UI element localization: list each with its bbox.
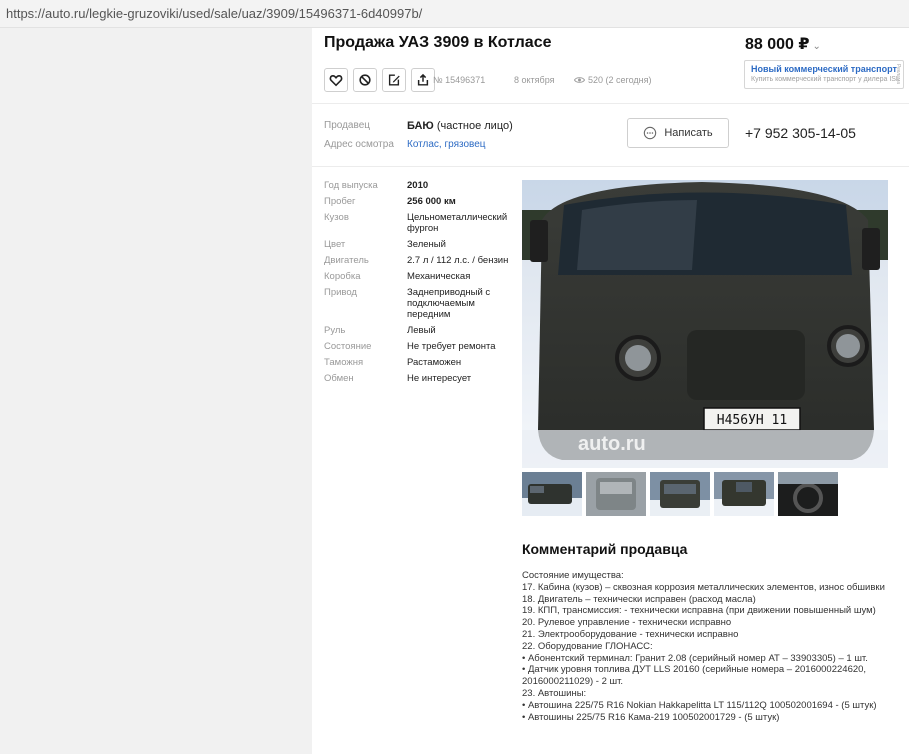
spec-label: Пробег (324, 196, 356, 207)
price-value: 88 000 ₽ (745, 36, 810, 53)
comment-line: • Датчик уровня топлива ДУТ LLS 20160 (с… (522, 664, 867, 676)
comment-line: 21. Электрооборудование - технически исп… (522, 628, 739, 640)
spec-label: Двигатель (324, 255, 369, 266)
seller-type: (частное лицо) (433, 120, 513, 132)
seller-name: БАЮ (частное лицо) (407, 120, 513, 132)
watermark: auto.ru (578, 433, 646, 455)
thumbnail[interactable] (522, 472, 582, 516)
spec-label: Год выпуска (324, 180, 378, 191)
price[interactable]: 88 000 ₽ ⌄ (745, 34, 821, 54)
spec-label: Кузов (324, 212, 349, 223)
views-count: 520 (2 сегодня) (574, 75, 652, 85)
thumbnail[interactable] (778, 472, 838, 516)
spec-value: 256 000 км (407, 196, 456, 207)
spec-table: Год выпуска 2010 Пробег 256 000 км Кузов… (324, 180, 514, 389)
seller-name-value: БАЮ (407, 120, 434, 132)
inspection-address-link[interactable]: Котлас, грязовец (407, 139, 486, 150)
comment-line: • Абонентский терминал: Гранит 2.08 (сер… (522, 652, 868, 664)
spec-row-mileage: Пробег 256 000 км (324, 196, 514, 207)
comment-line: 18. Двигатель – технически исправен (рас… (522, 593, 756, 605)
write-message-button[interactable]: Написать (627, 118, 729, 148)
thumbnail[interactable] (586, 472, 646, 516)
spec-row-steering: Руль Левый (324, 325, 514, 336)
promo-banner[interactable]: Новый коммерческий транспорт Купить комм… (744, 60, 904, 89)
spec-label: Привод (324, 287, 357, 298)
spec-value: Механическая (407, 271, 471, 282)
vehicle-photo-image: Н456УН 11 auto.ru (522, 180, 888, 468)
spec-row-gearbox: Коробка Механическая (324, 271, 514, 282)
comment-line: 17. Кабина (кузов) – сквозная коррозия м… (522, 581, 885, 593)
thumbnail[interactable] (714, 472, 774, 516)
address-url[interactable]: https://auto.ru/legkie-gruzoviki/used/sa… (6, 6, 422, 21)
spec-row-color: Цвет Зеленый (324, 239, 514, 250)
phone-number[interactable]: +7 952 305-14-05 (745, 125, 856, 141)
chat-bubble-icon (644, 126, 657, 140)
listing-actions (324, 68, 435, 92)
chevron-down-icon[interactable]: ⌄ (813, 41, 821, 52)
spec-row-customs: Таможня Растаможен (324, 357, 514, 368)
heart-icon (329, 75, 343, 87)
comment-line: 22. Оборудование ГЛОНАСС: (522, 640, 653, 652)
spec-label: Таможня (324, 357, 364, 368)
spec-value: Цельнометаллический фургон (407, 212, 508, 234)
favorite-button[interactable] (324, 68, 348, 92)
license-plate: Н456УН 11 (717, 413, 787, 428)
views-text: 520 (2 сегодня) (588, 75, 652, 85)
comment-line: 23. Автошины: (522, 687, 587, 699)
spec-row-body: Кузов Цельнометаллический фургон (324, 212, 514, 234)
address-bar[interactable]: https://auto.ru/legkie-gruzoviki/used/sa… (0, 0, 909, 28)
comment-line: 19. КПП, трансмиссия: - технически испра… (522, 605, 876, 617)
seller-comment: Состояние имущества: 17. Кабина (кузов) … (522, 570, 907, 723)
edit-icon (388, 74, 400, 86)
listing-date: 8 октября (514, 75, 555, 85)
share-button[interactable] (411, 68, 435, 92)
share-icon (417, 73, 429, 86)
comment-line: 20. Рулевое управление - технически испр… (522, 617, 732, 629)
left-sidebar-area (0, 28, 312, 754)
spec-label: Обмен (324, 373, 354, 384)
spec-row-exchange: Обмен Не интересует (324, 373, 514, 384)
write-button-label: Написать (664, 127, 713, 139)
spec-row-condition: Состояние Не требует ремонта (324, 341, 514, 352)
block-button[interactable] (353, 68, 377, 92)
note-button[interactable] (382, 68, 406, 92)
comment-line: • Автошина 225/75 R16 Nokian Hakkapelitt… (522, 699, 877, 711)
spec-row-engine: Двигатель 2.7 л / 112 л.с. / бензин (324, 255, 514, 266)
comment-title: Комментарий продавца (522, 541, 688, 557)
spec-value: Растаможен (407, 357, 462, 368)
address-label: Адрес осмотра (324, 139, 394, 150)
promo-title: Новый коммерческий транспорт (751, 64, 897, 74)
forbidden-icon (359, 74, 371, 86)
spec-label: Состояние (324, 341, 372, 352)
comment-line: Состояние имущества: (522, 570, 624, 581)
promo-subtitle: Купить коммерческий транспорт у дилера I… (751, 76, 900, 83)
spec-value: 2.7 л / 112 л.с. / бензин (407, 255, 509, 266)
comment-line: 2016000211029) - 2 шт. (522, 676, 624, 688)
spec-label: Коробка (324, 271, 361, 282)
spec-value: Не требует ремонта (407, 341, 496, 352)
ad-label: Реклама (895, 64, 901, 85)
spec-value: 2010 (407, 180, 429, 191)
spec-value: Заднеприводный с подключаемым передним (407, 287, 491, 320)
spec-label: Цвет (324, 239, 346, 250)
thumbnail[interactable] (650, 472, 710, 516)
page-title: Продажа УАЗ 3909 в Котласе (324, 34, 552, 51)
divider (312, 103, 909, 104)
comment-line: • Автошины 225/75 R16 Кама-219 100502001… (522, 711, 780, 723)
thumbnail-strip (522, 472, 838, 516)
spec-value: Зеленый (407, 239, 446, 250)
seller-label: Продавец (324, 120, 370, 131)
divider (312, 166, 909, 167)
spec-value: Левый (407, 325, 436, 336)
spec-row-drive: Привод Заднеприводный с подключаемым пер… (324, 287, 514, 320)
eye-icon (574, 77, 585, 83)
spec-label: Руль (324, 325, 346, 336)
listing-id: № 15496371 (433, 75, 486, 85)
spec-value: Не интересует (407, 373, 472, 384)
main-photo[interactable]: Н456УН 11 auto.ru (522, 180, 888, 468)
spec-row-year: Год выпуска 2010 (324, 180, 514, 191)
